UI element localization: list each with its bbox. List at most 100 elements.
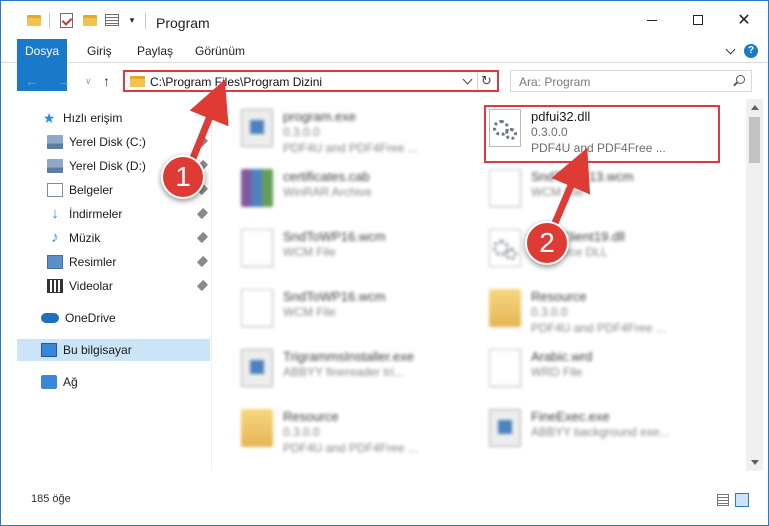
folder-icon <box>241 409 273 447</box>
music-icon: ♪ <box>51 229 59 246</box>
new-folder-icon[interactable] <box>81 11 99 29</box>
sidebar-item-pictures[interactable]: Resimler <box>17 251 210 273</box>
file-icon <box>241 289 273 327</box>
up-button[interactable]: ↑ <box>103 73 110 89</box>
pin-icon <box>196 255 209 268</box>
downloads-icon: ↓ <box>51 205 59 222</box>
file-item[interactable]: Resource 0.3.0.0 PDF4U and PDF4Free ... <box>461 281 701 335</box>
file-item[interactable]: SndToWP16.wcm WCM File <box>213 221 453 273</box>
file-item[interactable]: SaveClient19.dll Resource DLL <box>461 221 701 273</box>
file-name: Arabic.wrd <box>531 349 593 364</box>
sidebar-item-label: Belgeler <box>69 183 114 197</box>
sidebar-item-label: OneDrive <box>65 311 116 325</box>
recent-locations-button[interactable]: ∨ <box>85 76 92 87</box>
minimize-button[interactable] <box>629 1 675 39</box>
onedrive-icon <box>41 313 59 323</box>
title-bar: ▾ Program ✕ <box>1 1 768 39</box>
tab-paylas[interactable]: Paylaş <box>125 39 185 63</box>
sidebar-item-label: Yerel Disk (D:) <box>69 159 146 173</box>
maximize-icon <box>693 15 703 25</box>
scroll-down-icon[interactable] <box>751 460 759 465</box>
file-detail: WCM File <box>283 245 336 259</box>
tab-gorunum[interactable]: Görünüm <box>183 39 257 63</box>
back-button[interactable]: ← <box>25 73 39 89</box>
star-icon: ★ <box>42 110 56 126</box>
pictures-icon <box>47 255 63 269</box>
customize-list-icon[interactable] <box>103 11 121 29</box>
sidebar-item-onedrive[interactable]: OneDrive <box>17 307 210 329</box>
sidebar-item-network[interactable]: Ağ <box>17 371 210 393</box>
file-name: Resource <box>531 289 587 304</box>
sidebar-item-label: Ağ <box>63 375 78 389</box>
file-item[interactable]: SndToWP13.wcm WCM File <box>461 161 701 213</box>
search-box[interactable]: Ara: Program <box>510 70 752 92</box>
explorer-window: ▾ Program ✕ Dosya Giriş Paylaş Görünüm ?… <box>0 0 769 526</box>
navigation-bar: ← → ∨ ↑ C:\Program Files\Program Dizini … <box>1 64 768 98</box>
scroll-thumb[interactable] <box>749 117 760 163</box>
toolbar-divider <box>49 13 50 29</box>
pin-icon <box>196 279 209 292</box>
sidebar-item-label: Müzik <box>69 231 101 245</box>
sidebar-item-videos[interactable]: Videolar <box>17 275 210 297</box>
sidebar-item-this-pc[interactable]: Bu bilgisayar <box>17 339 210 361</box>
file-icon <box>489 169 521 207</box>
large-icons-view-icon[interactable] <box>735 493 749 507</box>
window-title: Program <box>156 15 210 31</box>
expand-ribbon-icon[interactable] <box>725 44 736 54</box>
exe-icon <box>489 409 521 447</box>
dll-gear-icon <box>489 229 521 267</box>
file-icon <box>489 349 521 387</box>
address-bar[interactable]: C:\Program Files\Program Dizini ↻ <box>123 70 499 92</box>
file-item[interactable]: SndToWP16.wcm WCM File <box>213 281 453 333</box>
help-icon[interactable]: ? <box>744 44 758 58</box>
pane-divider <box>211 99 212 471</box>
file-detail: PDF4U and PDF4Free ... <box>531 321 666 335</box>
network-icon <box>41 375 57 389</box>
sidebar-item-label: Hızlı erişim <box>63 111 123 125</box>
sidebar-item-quick-access[interactable]: ★ Hızlı erişim <box>17 107 210 129</box>
file-detail: WRD File <box>531 365 583 379</box>
file-item[interactable]: Resource 0.3.0.0 PDF4U and PDF4Free ... <box>213 401 453 455</box>
file-item[interactable]: Arabic.wrd WRD File <box>461 341 701 393</box>
file-detail: ABBYY background exe... <box>531 425 670 439</box>
search-placeholder[interactable]: Ara: Program <box>519 75 590 89</box>
file-name: TrigrammsInstaller.exe <box>283 349 414 364</box>
file-item[interactable]: FineExec.exe ABBYY background exe... <box>461 401 701 453</box>
videos-icon <box>47 279 63 293</box>
exe-icon <box>241 109 273 147</box>
file-detail: WCM File <box>531 185 584 199</box>
file-name: SndToWP16.wcm <box>283 229 386 244</box>
title-divider <box>145 13 146 29</box>
address-dropdown-icon[interactable] <box>462 74 473 85</box>
tab-giris[interactable]: Giriş <box>75 39 124 63</box>
file-item[interactable]: certificates.cab WinRAR Archive <box>213 161 453 213</box>
highlight-box-pdfui32 <box>484 105 720 163</box>
address-divider <box>477 72 478 90</box>
refresh-button[interactable]: ↻ <box>481 73 492 89</box>
folder-icon <box>489 289 521 327</box>
step2-badge: 2 <box>525 221 569 265</box>
vertical-scrollbar[interactable] <box>746 99 763 471</box>
scroll-up-icon[interactable] <box>751 105 759 110</box>
maximize-button[interactable] <box>675 1 721 39</box>
sidebar-item-downloads[interactable]: ↓ İndirmeler <box>17 203 210 225</box>
file-name: Resource <box>283 409 339 424</box>
file-detail: ABBYY finereader tri... <box>283 365 404 379</box>
search-icon[interactable] <box>736 75 745 84</box>
sidebar-item-disk-c[interactable]: Yerel Disk (C:) <box>17 131 210 153</box>
sidebar-item-label: Yerel Disk (C:) <box>69 135 146 149</box>
documents-icon <box>47 183 63 197</box>
quick-access-dropdown-icon[interactable]: ▾ <box>123 11 141 29</box>
file-detail: WCM File <box>283 305 336 319</box>
properties-check-icon[interactable] <box>57 11 75 29</box>
details-view-icon[interactable] <box>717 494 729 506</box>
file-item[interactable]: program.exe 0.3.0.0 PDF4U and PDF4Free .… <box>213 101 453 155</box>
file-detail: PDF4U and PDF4Free ... <box>283 141 418 155</box>
step1-badge: 1 <box>161 155 205 199</box>
address-path[interactable]: C:\Program Files\Program Dizini <box>150 75 322 89</box>
sidebar-item-music[interactable]: ♪ Müzik <box>17 227 210 249</box>
close-button[interactable]: ✕ <box>721 1 767 39</box>
forward-button[interactable]: → <box>57 73 71 89</box>
sidebar-item-label: İndirmeler <box>69 207 123 221</box>
file-item[interactable]: TrigrammsInstaller.exe ABBYY finereader … <box>213 341 453 393</box>
